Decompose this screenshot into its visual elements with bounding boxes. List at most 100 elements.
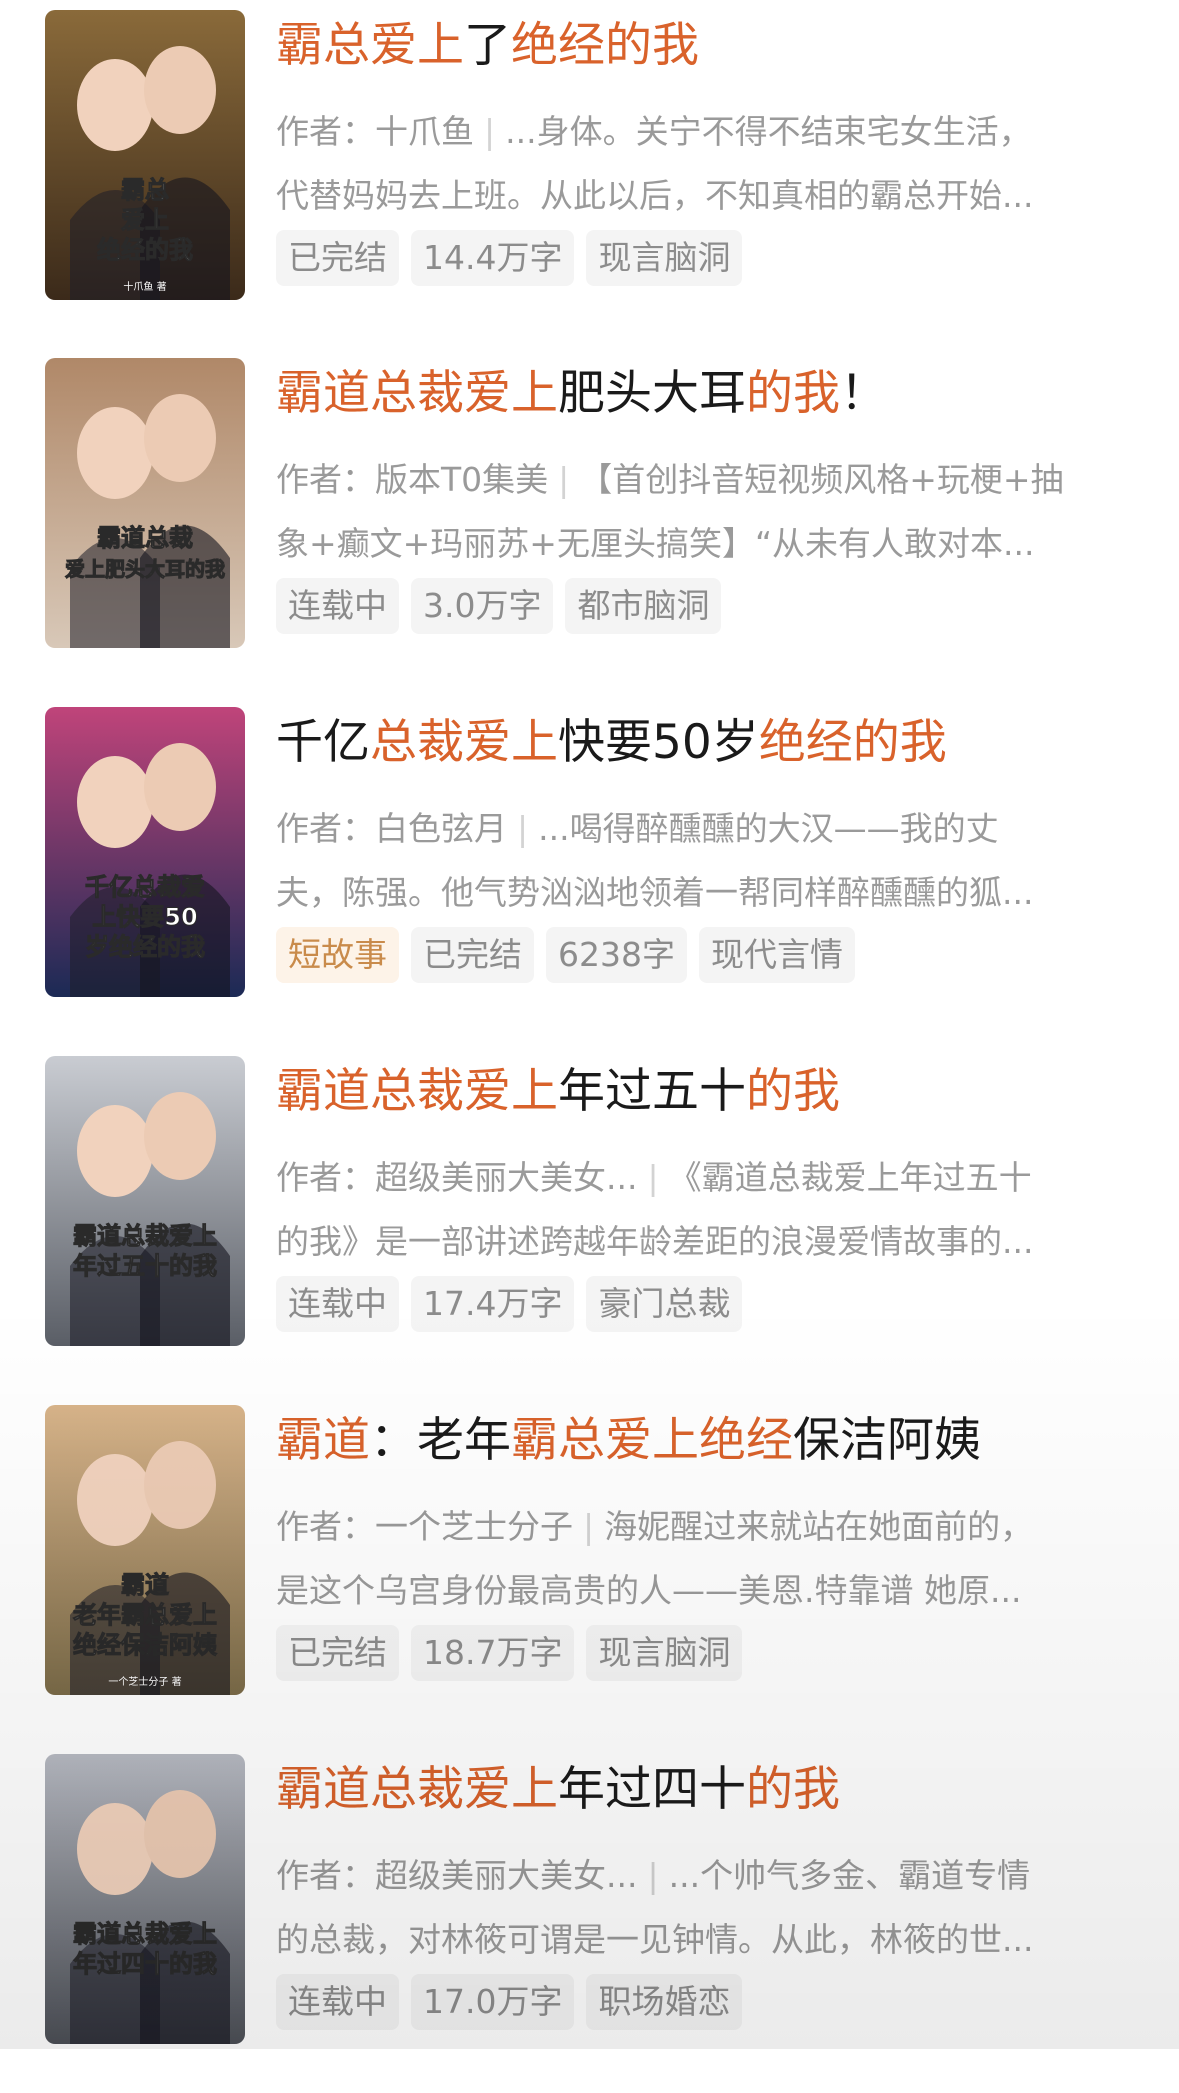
cover-title-text: 年过四十的我 bbox=[73, 1950, 217, 1978]
blond-couple-cover: 霸道老年霸总爱上绝经保洁阿姨一个芝士分子 著 bbox=[45, 1405, 245, 1695]
book-tags: 连载中 17.4万字 豪门总裁 bbox=[276, 1276, 743, 1332]
title-text: 肥头大耳 bbox=[558, 366, 746, 421]
description-line-1: 作者：版本T0集美 | 【首创抖音短视频风格+玩梗+抽 bbox=[276, 448, 1146, 512]
description-line-2: 夫，陈强。他气势汹汹地领着一帮同样醉醺醺的狐... bbox=[276, 873, 1034, 912]
figure-face bbox=[144, 46, 216, 134]
description-text: 海妮醒过来就站在她面前的， bbox=[604, 1507, 1034, 1546]
book-tags: 连载中 3.0万字 都市脑洞 bbox=[276, 578, 722, 634]
description-line-2: 的总裁，对林筱可谓是一见钟情。从此，林筱的世... bbox=[276, 1920, 1034, 1959]
title-keyword-highlight: 绝经的我 bbox=[511, 18, 699, 73]
title-text: 千亿 bbox=[276, 715, 370, 770]
figure-face bbox=[77, 407, 153, 499]
tag: 连载中 bbox=[276, 578, 399, 634]
title-text: 年过四十 bbox=[558, 1762, 746, 1817]
description-text: 【首创抖音短视频风格+玩梗+抽 bbox=[579, 460, 1064, 499]
book-list-item[interactable]: 霸道总裁爱上 年过五十的我 霸道总裁爱上年过五十的我 作者：超级美丽大美女... | 《霸… bbox=[0, 1046, 1179, 1395]
title-keyword-highlight: 霸道总裁爱上 bbox=[276, 1064, 558, 1119]
book-title[interactable]: 霸道总裁爱上年过四十的我 bbox=[276, 1760, 1156, 1820]
book-title[interactable]: 千亿总裁爱上快要50岁绝经的我 bbox=[276, 713, 1156, 773]
cover-title-text: 爱上 bbox=[121, 206, 169, 234]
tag: 17.4万字 bbox=[411, 1276, 575, 1332]
book-list-item[interactable]: 霸道总裁爱上 年过四十的我 霸道总裁爱上年过四十的我 作者：超级美丽大美女... |..… bbox=[0, 1744, 1179, 2093]
book-tags: 已完结 18.7万字 现言脑洞 bbox=[276, 1625, 743, 1681]
title-keyword-highlight: 霸总爱上 bbox=[276, 18, 464, 73]
title-text: 保洁阿姨 bbox=[793, 1413, 981, 1468]
divider: | bbox=[647, 1856, 659, 1895]
tag: 现言脑洞 bbox=[586, 1625, 743, 1681]
title-text: ！ bbox=[840, 366, 887, 421]
tag: 职场婚恋 bbox=[586, 1974, 743, 2030]
tag: 14.4万字 bbox=[411, 230, 575, 286]
book-list-item[interactable]: 千亿总裁爱 上快要50 岁绝经的我 千亿总裁爱上快要50岁绝经的我 作者：白色弦月 |..… bbox=[0, 697, 1179, 1046]
book-cover-image[interactable]: 霸总 爱上 绝经的我 十爪鱼 著 bbox=[45, 10, 245, 300]
title-text: 了 bbox=[464, 18, 511, 73]
book-author: 作者：超级美丽大美女... bbox=[276, 1856, 638, 1895]
book-cover-image[interactable]: 霸道总裁 爱上肥头大耳的我 bbox=[45, 358, 245, 648]
book-cover-image[interactable]: 霸道总裁爱上 年过四十的我 bbox=[45, 1754, 245, 2044]
couple-kiss-cover: 霸总爱上绝经的我十爪鱼 著 bbox=[45, 10, 245, 300]
figure-face bbox=[144, 1092, 216, 1180]
description-text: ...喝得醉醺醺的大汉——我的丈 bbox=[538, 809, 999, 848]
cover-title-text: 绝经保洁阿姨 bbox=[73, 1631, 217, 1659]
title-text: 快要50岁 bbox=[558, 715, 759, 770]
book-title[interactable]: 霸道总裁爱上肥头大耳的我！ bbox=[276, 364, 1156, 424]
title-keyword-highlight: 霸道总裁爱上 bbox=[276, 1762, 558, 1817]
cover-title-text: 上快要50 bbox=[92, 903, 197, 931]
title-keyword-highlight: 的我 bbox=[746, 1762, 840, 1817]
description-line-2: 代替妈妈去上班。从此以后，不知真相的霸总开始... bbox=[276, 176, 1034, 215]
cover-title-text: 老年霸总爱上 bbox=[73, 1601, 217, 1629]
book-title[interactable]: 霸道总裁爱上年过五十的我 bbox=[276, 1062, 1156, 1122]
book-cover-image[interactable]: 霸道总裁爱上 年过五十的我 bbox=[45, 1056, 245, 1346]
divider: | bbox=[484, 112, 496, 151]
tag: 已完结 bbox=[276, 230, 399, 286]
book-tags: 连载中 17.0万字 职场婚恋 bbox=[276, 1974, 743, 2030]
book-description: 作者：超级美丽大美女... | ...个帅气多金、霸道专情的总裁，对林筱可谓是一见钟… bbox=[276, 1844, 1146, 1972]
description-line-2: 的我》是一部讲述跨越年龄差距的浪漫爱情故事的... bbox=[276, 1222, 1034, 1261]
book-description: 作者：一个芝士分子 | 海妮醒过来就站在她面前的， 是这个乌宫身份最高贵的人——美恩.… bbox=[276, 1495, 1146, 1623]
divider: | bbox=[517, 809, 529, 848]
title-text: ：老年 bbox=[370, 1413, 511, 1468]
book-title[interactable]: 霸道：老年霸总爱上绝经保洁阿姨 bbox=[276, 1411, 1156, 1471]
description-line-1: 作者：超级美丽大美女... | ...个帅气多金、霸道专情 bbox=[276, 1844, 1146, 1908]
silver-couple-cover: 霸道总裁爱上年过五十的我 bbox=[45, 1056, 245, 1346]
tag: 18.7万字 bbox=[411, 1625, 575, 1681]
book-title[interactable]: 霸总爱上了绝经的我 bbox=[276, 16, 1156, 76]
title-text: 年过五十 bbox=[558, 1064, 746, 1119]
cover-title-text: 霸总 bbox=[121, 176, 169, 204]
tag: 17.0万字 bbox=[411, 1974, 575, 2030]
book-description: 作者：白色弦月 | ...喝得醉醺醺的大汉——我的丈夫，陈强。他气势汹汹地领着一帮同… bbox=[276, 797, 1146, 925]
figure-face bbox=[144, 1790, 216, 1878]
book-author: 作者：白色弦月 bbox=[276, 809, 507, 848]
tag: 3.0万字 bbox=[411, 578, 554, 634]
cover-title-text: 绝经的我 bbox=[97, 236, 193, 264]
description-line-1: 作者：白色弦月 | ...喝得醉醺醺的大汉——我的丈 bbox=[276, 797, 1146, 861]
figure-face bbox=[144, 743, 216, 831]
description-line-1: 作者：一个芝士分子 | 海妮醒过来就站在她面前的， bbox=[276, 1495, 1146, 1559]
tag: 连载中 bbox=[276, 1276, 399, 1332]
cover-title-text: 霸道总裁 bbox=[97, 524, 193, 552]
title-keyword-highlight: 霸道 bbox=[276, 1413, 370, 1468]
book-list-item[interactable]: 霸道总裁 爱上肥头大耳的我 霸道总裁爱上肥头大耳的我！ 作者：版本T0集美 | 【首创抖音… bbox=[0, 348, 1179, 697]
book-list-item[interactable]: 霸总 爱上 绝经的我 十爪鱼 著霸总爱上了绝经的我 作者：十爪鱼 | ...身体。关宁不得不… bbox=[0, 0, 1179, 349]
book-list-item[interactable]: 霸道老年霸总爱上 绝经保洁阿姨一个芝士分子 著 霸道：老年霸总爱上绝经保洁阿姨作者：… bbox=[0, 1395, 1179, 1744]
book-cover-image[interactable]: 千亿总裁爱 上快要50 岁绝经的我 bbox=[45, 707, 245, 997]
tag: 已完结 bbox=[411, 927, 534, 983]
tag: 豪门总裁 bbox=[586, 1276, 743, 1332]
cover-author-text: 一个芝士分子 著 bbox=[108, 1675, 181, 1688]
book-description: 作者：超级美丽大美女... | 《霸道总裁爱上年过五十 的我》是一部讲述跨越年龄差距的… bbox=[276, 1146, 1146, 1274]
book-cover-image[interactable]: 霸道 老年霸总爱上 绝经保洁阿姨 一个芝士分子 著 bbox=[45, 1405, 245, 1695]
description-line-2: 是这个乌宫身份最高贵的人——美恩.特靠谱 她原... bbox=[276, 1571, 1022, 1610]
book-tags: 短故事 已完结 6238字 现代言情 bbox=[276, 927, 855, 983]
divider: | bbox=[647, 1158, 659, 1197]
figure-face bbox=[77, 1105, 153, 1197]
figure-face bbox=[77, 1803, 153, 1895]
tag: 现代言情 bbox=[698, 927, 855, 983]
book-tags: 已完结 14.4万字 现言脑洞 bbox=[276, 230, 743, 286]
book-author: 作者：十爪鱼 bbox=[276, 112, 474, 151]
cover-title-text: 霸道总裁爱上 bbox=[73, 1920, 217, 1948]
figure-face bbox=[77, 1454, 153, 1546]
book-list: 霸总 爱上 绝经的我 十爪鱼 著霸总爱上了绝经的我 作者：十爪鱼 | ...身体。关宁不得不… bbox=[0, 0, 1179, 2049]
description-text: ...个帅气多金、霸道专情 bbox=[668, 1856, 1031, 1895]
city-woman-cover: 千亿总裁爱上快要50岁绝经的我 bbox=[45, 707, 245, 997]
cover-title-text: 岁绝经的我 bbox=[85, 933, 205, 961]
